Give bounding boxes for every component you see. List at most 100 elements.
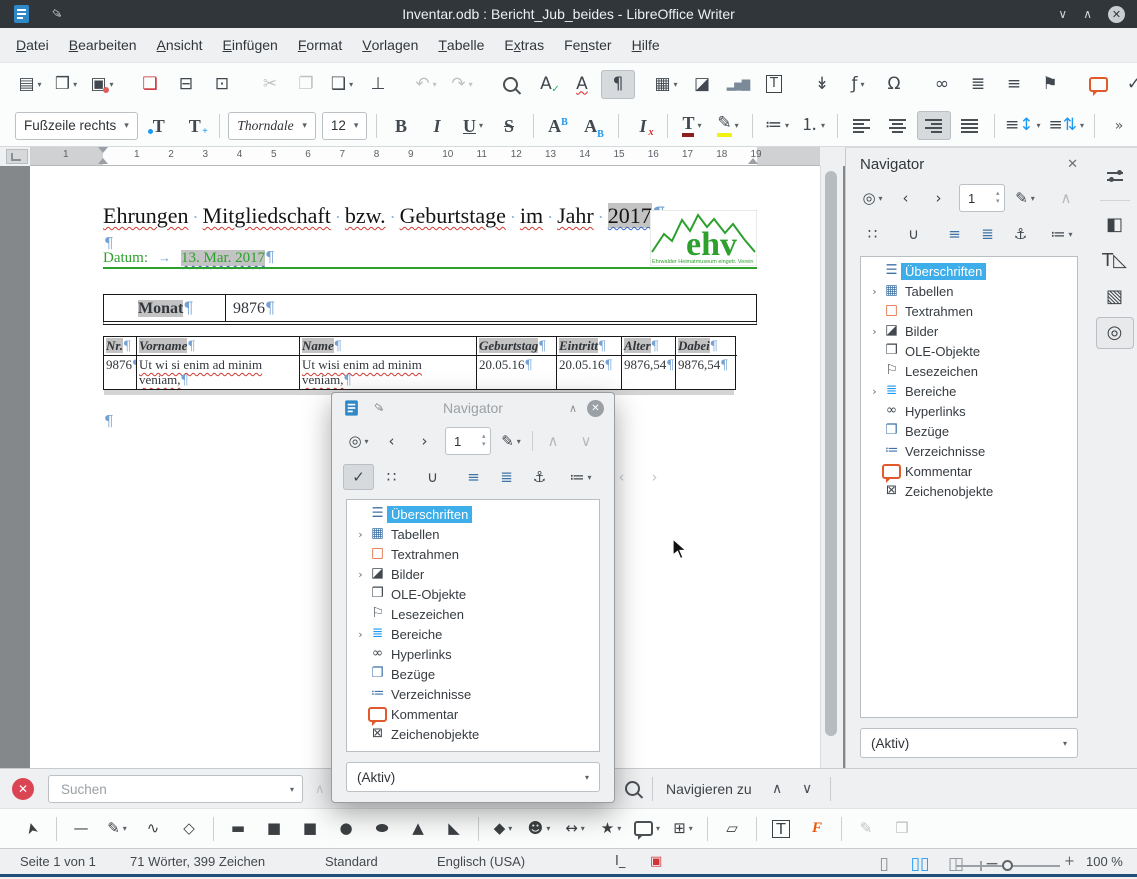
menu-vorlagen[interactable]: Vorlagen [352,28,428,62]
insert-endnote-button[interactable]: ≡ [997,70,1031,99]
active-document-combo[interactable]: (Aktiv) ▾ [346,762,600,792]
paste-dropdown-arrow[interactable]: ▾ [349,80,353,89]
collapse-icon[interactable]: ∧ [569,402,577,415]
clone-formatting-button[interactable]: ⊥ [361,70,395,99]
edit-entry-dropdown-arrow[interactable]: ▾ [517,437,521,446]
insert-field-dropdown-arrow[interactable]: ▾ [860,80,864,89]
rotate-button[interactable]: ▱ [715,814,749,843]
select-button[interactable]: ➤ [15,814,49,843]
rectangle-button[interactable]: ▬ [221,814,255,843]
table-cell[interactable]: Ut wi si enim ad minim veniam,¶ [137,356,300,389]
menu-datei[interactable]: Datei [6,28,59,62]
drag-mode-button[interactable]: ∷ [857,221,888,247]
floating-navigator-item-ueberschriften[interactable]: ☰Überschriften [347,504,599,524]
clear-formatting-button[interactable]: I [626,111,660,140]
first-line-indent-marker[interactable] [98,147,108,153]
align-justify-button[interactable] [953,111,987,140]
formatting-marks-button[interactable]: ¶ [601,70,635,99]
navigate-by-dropdown-arrow[interactable]: ▾ [879,194,883,203]
column-header-eintritt[interactable]: Eintritt¶ [557,337,622,356]
chevron-down-icon[interactable]: ▾ [124,121,129,131]
basic-shapes-dropdown-arrow[interactable]: ▾ [508,824,512,833]
column-header-vorname[interactable]: Vorname¶ [137,337,300,356]
floating-navigator-item-hyperlinks[interactable]: ∞Hyperlinks [347,644,599,664]
italic-button[interactable]: I [420,111,454,140]
unsaved-changes-icon[interactable]: ▣ [650,854,662,869]
datum-line[interactable]: Datum:→13. Mar. 2017¶ [103,248,275,267]
heading-levels-dropdown-arrow[interactable]: ▾ [587,473,591,482]
column-header-geburtstag[interactable]: Geburtstag¶ [477,337,557,356]
insert-footnote-button[interactable]: ≣ [961,70,995,99]
freeform-line-dropdown-arrow[interactable]: ▾ [123,824,127,833]
insert-line-button[interactable]: — [64,814,98,843]
expander-icon[interactable]: › [353,628,368,641]
bold-button[interactable]: B [384,111,418,140]
table-cell[interactable]: 9876¶ [104,356,137,389]
close-findbar-button[interactable]: ✕ [12,778,34,800]
freeform-line-button[interactable]: ✎▾ [100,814,134,843]
menu-extras[interactable]: Extras [494,28,554,62]
monat-table[interactable]: Monat¶ 9876¶ [103,294,757,325]
heading-levels-dropdown-arrow[interactable]: ▾ [1068,230,1072,239]
callouts-button[interactable]: ▾ [630,814,664,843]
insert-text-box-button[interactable]: T [757,70,791,99]
spelling-button[interactable]: A [529,70,563,99]
paragraph-style-combo[interactable]: Fußzeile rechts ▾ [15,112,138,140]
styles-deck-button[interactable]: T◺ [1096,245,1134,277]
menu-hilfe[interactable]: Hilfe [622,28,670,62]
floating-navigator-item-bereiche[interactable]: ›≣Bereiche [347,624,599,644]
highlight-color-button[interactable]: ✎▾ [711,111,745,140]
highlight-color-dropdown-arrow[interactable]: ▾ [735,121,739,130]
square-button[interactable]: ■ [293,814,327,843]
flowchart-dropdown-arrow[interactable]: ▾ [689,824,693,833]
polygon-button[interactable]: ◇ [172,814,206,843]
font-color-dropdown-arrow[interactable]: ▾ [697,121,701,130]
update-style-button[interactable]: T [142,111,176,140]
chevron-down-icon[interactable]: ▾ [290,785,294,794]
insert-mode-icon[interactable]: I_ [615,854,625,869]
curve-button[interactable]: ∿ [136,814,170,843]
ordered-list-button[interactable]: ⒈▾ [796,111,830,140]
sidebar-settings-button[interactable] [1096,160,1134,192]
column-header-dabei[interactable]: Dabei¶ [676,337,737,356]
text-language[interactable]: Englisch (USA) [437,854,525,869]
basic-shapes-button[interactable]: ◆▾ [486,814,520,843]
new-document-dropdown-arrow[interactable]: ▾ [38,80,42,89]
page-number-spinner[interactable]: 1▴▾ [959,184,1005,212]
floating-navigator-item-lesezeichen[interactable]: ⚐Lesezeichen [347,604,599,624]
unordered-list-dropdown-arrow[interactable]: ▾ [785,121,789,130]
open-button[interactable]: ❒▾ [49,70,83,99]
insert-table-dropdown-arrow[interactable]: ▾ [674,80,678,89]
new-document-button[interactable]: ▤▾ [13,70,47,99]
navigate-by-button[interactable]: ◎▾ [857,185,888,211]
export-pdf-button[interactable]: ❏ [133,70,167,99]
block-arrows-button[interactable]: ↔▾ [558,814,592,843]
right-triangle-button[interactable]: ◣ [437,814,471,843]
stars-banners-button[interactable]: ★▾ [594,814,628,843]
edit-entry-button[interactable]: ✎▾ [496,428,527,454]
insert-table-button[interactable]: ▦▾ [649,70,683,99]
maximize-button[interactable]: ∧ [1083,7,1092,21]
navigator-deck-button[interactable]: ◎ [1096,317,1134,349]
docked-navigator-item-bereiche[interactable]: ›≣Bereiche [861,381,1077,401]
floating-navigator-item-textrahmen[interactable]: □Textrahmen [347,544,599,564]
zoom-slider-thumb[interactable] [1002,860,1013,871]
line-spacing-button[interactable]: ≡↕▾ [1002,111,1044,140]
navigate-by-button[interactable]: ◎▾ [343,428,374,454]
left-indent-marker[interactable] [98,158,108,164]
chevron-down-icon[interactable]: ▾ [1063,739,1067,748]
navigate-by-dropdown-arrow[interactable]: ▾ [365,437,369,446]
auto-spellcheck-button[interactable]: A [565,70,599,99]
properties-deck-button[interactable]: ◧ [1096,209,1134,241]
navigate-up-button[interactable]: ∧ [772,781,782,797]
menu-fenster[interactable]: Fenster [554,28,622,62]
fontwork-button[interactable]: F [800,814,834,843]
heading-levels-button[interactable]: ≔▾ [565,464,596,490]
docked-navigator-item-hyperlinks[interactable]: ∞Hyperlinks [861,401,1077,421]
horizontal-ruler[interactable]: 123456789101112131415161718191 [30,147,820,166]
datum-date-field[interactable]: 13. Mar. 2017 [181,250,265,266]
active-document-combo[interactable]: (Aktiv) ▾ [860,728,1078,758]
chevron-down-icon[interactable]: ▾ [585,773,589,782]
floating-navigator-item-tabellen[interactable]: ›▦Tabellen [347,524,599,544]
insert-field-button[interactable]: ƒ▾ [841,70,875,99]
